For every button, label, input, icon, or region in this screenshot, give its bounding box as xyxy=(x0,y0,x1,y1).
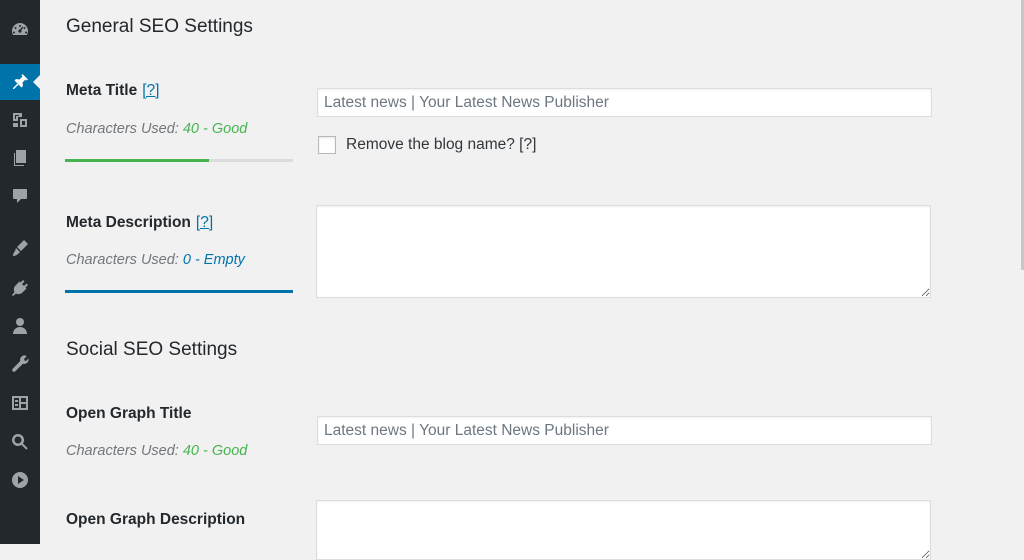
remove-blog-name-option[interactable]: Remove the blog name? [?] xyxy=(318,136,536,154)
meta-description-label-text: Meta Description xyxy=(66,214,191,231)
meta-title-help-link[interactable]: [?] xyxy=(142,82,159,99)
comments-icon[interactable] xyxy=(0,178,40,214)
general-seo-heading: General SEO Settings xyxy=(66,16,253,37)
dashboard-icon[interactable] xyxy=(0,12,40,48)
og-title-char-count: Characters Used: 40 - Good xyxy=(66,443,247,459)
og-description-label: Open Graph Description xyxy=(66,511,246,528)
meta-title-input[interactable] xyxy=(317,88,932,117)
media-icon[interactable] xyxy=(0,102,40,138)
meta-description-chars-prefix: Characters Used: xyxy=(66,252,179,268)
meta-title-chars-value: 40 - Good xyxy=(182,121,248,137)
meta-title-label: Meta Title [?] xyxy=(66,82,159,100)
meta-description-label: Meta Description [?] xyxy=(66,214,213,232)
play-icon[interactable] xyxy=(0,462,40,498)
users-icon[interactable] xyxy=(0,308,40,344)
meta-description-textarea[interactable] xyxy=(316,205,931,298)
appearance-icon[interactable] xyxy=(0,230,40,266)
remove-blog-name-checkbox[interactable] xyxy=(318,136,336,154)
meta-title-char-count: Characters Used: 40 - Good xyxy=(66,121,247,137)
meta-description-help-link[interactable]: [?] xyxy=(196,214,213,231)
admin-sidebar xyxy=(0,0,40,544)
meta-description-chars-value: 0 - Empty xyxy=(182,252,245,268)
pages-icon[interactable] xyxy=(0,140,40,176)
meta-title-chars-prefix: Characters Used: xyxy=(66,121,179,137)
meta-description-meter-fill xyxy=(65,290,293,293)
seo-settings-panel: General SEO Settings Meta Title [?] Chara… xyxy=(40,0,1024,560)
meta-title-meter xyxy=(65,159,293,162)
meta-title-label-text: Meta Title xyxy=(66,82,138,99)
meta-description-char-count: Characters Used: 0 - Empty xyxy=(66,252,245,268)
social-seo-heading: Social SEO Settings xyxy=(66,339,238,360)
og-description-textarea[interactable] xyxy=(316,500,931,560)
tools-icon[interactable] xyxy=(0,346,40,382)
og-title-chars-prefix: Characters Used: xyxy=(66,443,179,459)
og-title-input[interactable] xyxy=(317,416,932,445)
og-title-label: Open Graph Title xyxy=(66,405,192,422)
plugins-icon[interactable] xyxy=(0,270,40,306)
search-icon[interactable] xyxy=(0,424,40,460)
remove-blog-name-label: Remove the blog name? [?] xyxy=(346,136,537,153)
settings-icon[interactable] xyxy=(0,385,40,421)
meta-description-meter xyxy=(65,290,293,293)
meta-title-meter-fill xyxy=(65,159,209,162)
pin-icon[interactable] xyxy=(0,64,40,100)
og-title-chars-value: 40 - Good xyxy=(182,443,248,459)
